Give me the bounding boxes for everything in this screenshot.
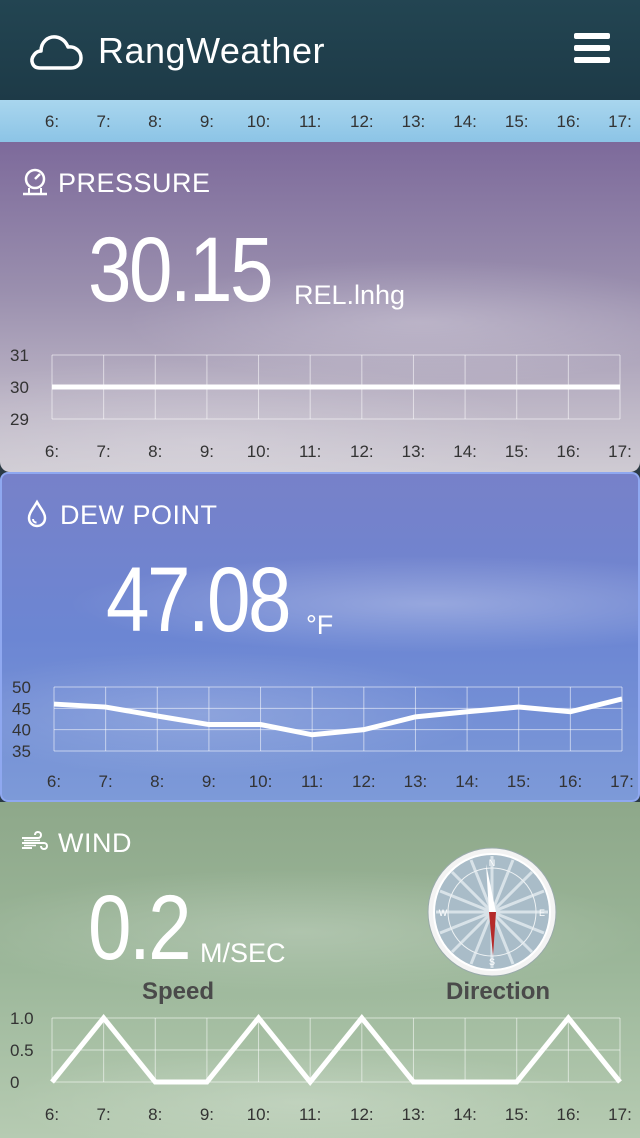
- y-tick-label: 31: [10, 346, 29, 365]
- x-tick-label: 7:: [97, 1105, 111, 1124]
- app-title: RangWeather: [98, 30, 325, 71]
- wind-speed-value: 0.2: [88, 877, 192, 979]
- strip-hour-label: 16:: [556, 112, 581, 131]
- x-tick-label: 9:: [202, 772, 216, 791]
- y-tick-label: 50: [12, 678, 31, 697]
- strip-hour-label: 14:: [453, 112, 477, 131]
- compass-icon: N S E W: [427, 847, 557, 977]
- compass-south-label: S: [489, 957, 495, 967]
- strip-hour-label: 7:: [96, 112, 111, 131]
- x-tick-label: 15:: [505, 1105, 529, 1124]
- x-tick-label: 10:: [247, 1105, 271, 1124]
- pressure-unit: REL.lnhg: [294, 280, 406, 310]
- x-tick-label: 8:: [148, 1105, 162, 1124]
- x-tick-label: 10:: [247, 442, 271, 461]
- y-tick-label: 30: [10, 378, 29, 397]
- x-tick-label: 14:: [453, 1105, 477, 1124]
- x-tick-label: 11:: [299, 442, 321, 461]
- compass-east-label: E: [539, 908, 545, 918]
- y-tick-label: 0.5: [10, 1041, 34, 1060]
- x-tick-label: 12:: [350, 1105, 374, 1124]
- wind-title: WIND: [58, 828, 132, 858]
- hamburger-menu-icon[interactable]: [574, 33, 610, 65]
- x-tick-label: 12:: [350, 442, 374, 461]
- pressure-chart: 31 30 29 6: 7: 8: 9: 10: 11: 12: 13: 14: 15: 16: 17:: [10, 346, 632, 461]
- x-tick-label: 10:: [249, 772, 273, 791]
- x-tick-label: 13:: [402, 442, 426, 461]
- y-tick-label: 45: [12, 699, 31, 718]
- wind-speed-unit: M/SEC: [200, 938, 286, 968]
- x-tick-label: 8:: [150, 772, 164, 791]
- x-tick-label: 15:: [505, 442, 529, 461]
- x-tick-label: 12:: [352, 772, 376, 791]
- dew-point-card[interactable]: DEW POINT 47.08 °F 50 45 40 35 6: 7: 8: 9: 10: 11…: [0, 472, 640, 802]
- x-tick-label: 15:: [507, 772, 531, 791]
- cloud-icon: [30, 35, 83, 70]
- x-tick-label: 6:: [47, 772, 61, 791]
- wind-speed-label: Speed: [141, 978, 215, 1005]
- x-tick-label: 16:: [557, 1105, 581, 1124]
- y-tick-label: 35: [12, 742, 31, 761]
- x-tick-label: 17:: [610, 772, 634, 791]
- x-tick-label: 14:: [453, 442, 477, 461]
- x-tick-label: 7:: [99, 772, 113, 791]
- app-header: RangWeather: [0, 0, 640, 100]
- x-tick-label: 16:: [559, 772, 583, 791]
- dew-point-unit: °F: [306, 610, 334, 640]
- strip-hour-label: 15:: [504, 112, 529, 131]
- wind-chart: 1.0 0.5 0 6: 7: 8: 9: 10: 11: 12: 13: 14: 15: 16: 17:: [10, 1009, 632, 1124]
- x-tick-label: 11:: [299, 1105, 321, 1124]
- x-tick-label: 6:: [45, 442, 59, 461]
- compass-north-label: N: [489, 858, 496, 868]
- x-tick-label: 6:: [45, 1105, 59, 1124]
- x-tick-label: 7:: [97, 442, 111, 461]
- y-tick-label: 1.0: [10, 1009, 34, 1028]
- strip-hour-label: 9:: [199, 112, 214, 131]
- dew-point-chart: 50 45 40 35 6: 7: 8: 9: 10: 11: 12: 13: 14: 15: 16: 17:: [12, 678, 634, 791]
- x-tick-label: 17:: [608, 1105, 632, 1124]
- strip-hour-label: 12:: [349, 112, 374, 131]
- x-tick-label: 17:: [608, 442, 632, 461]
- strip-hour-label: 6:: [44, 112, 60, 131]
- compass-west-label: W: [439, 908, 448, 918]
- x-tick-label: 16:: [557, 442, 581, 461]
- pressure-card[interactable]: PRESSURE 30.15 REL.lnhg 31 30 29 6: 7: 8: 9: 10…: [0, 142, 640, 472]
- pressure-gauge-icon: [23, 168, 47, 196]
- droplet-icon: [27, 499, 47, 528]
- strip-hour-label: 11:: [298, 112, 322, 131]
- x-tick-label: 11:: [301, 772, 323, 791]
- wind-direction-label: Direction: [445, 978, 551, 1005]
- pressure-title: PRESSURE: [58, 168, 211, 198]
- strip-hour-label: 10:: [246, 112, 271, 131]
- x-tick-label: 13:: [402, 1105, 426, 1124]
- strip-hour-label: 17:: [608, 112, 632, 131]
- strip-hour-label: 13:: [401, 112, 426, 131]
- x-tick-label: 9:: [200, 1105, 214, 1124]
- pressure-value: 30.15: [88, 219, 274, 321]
- x-tick-label: 14:: [455, 772, 479, 791]
- y-tick-label: 0: [10, 1073, 19, 1092]
- y-tick-label: 40: [12, 721, 31, 740]
- dew-point-title: DEW POINT: [60, 500, 218, 530]
- hour-strip[interactable]: 6: 7: 8: 9: 10: 11: 12: 13: 14: 15: 16: 17:: [0, 100, 640, 142]
- x-tick-label: 9:: [200, 442, 214, 461]
- x-tick-label: 8:: [148, 442, 162, 461]
- y-tick-label: 29: [10, 410, 29, 429]
- strip-hour-label: 8:: [148, 112, 163, 131]
- wind-icon: [22, 830, 48, 851]
- dew-point-value: 47.08: [106, 549, 292, 651]
- x-tick-label: 13:: [404, 772, 428, 791]
